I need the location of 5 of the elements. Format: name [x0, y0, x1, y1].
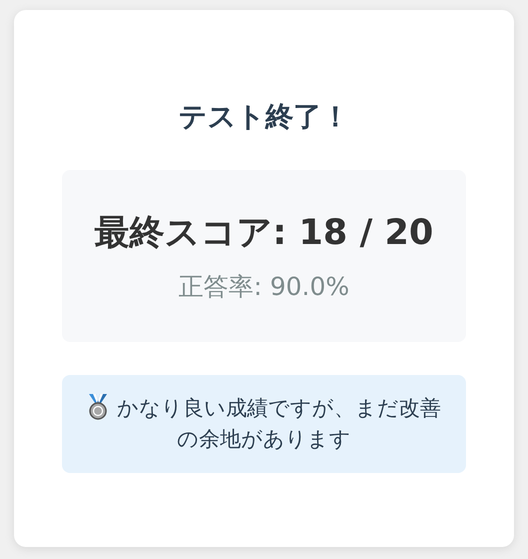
medal-icon	[87, 394, 109, 420]
accuracy-rate: 正答率: 90.0%	[178, 271, 350, 303]
feedback-message: かなり良い成績ですが、まだ改善の余地があります	[117, 396, 441, 451]
result-title: テスト終了！	[178, 99, 350, 135]
final-score: 最終スコア: 18 / 20	[94, 212, 434, 255]
